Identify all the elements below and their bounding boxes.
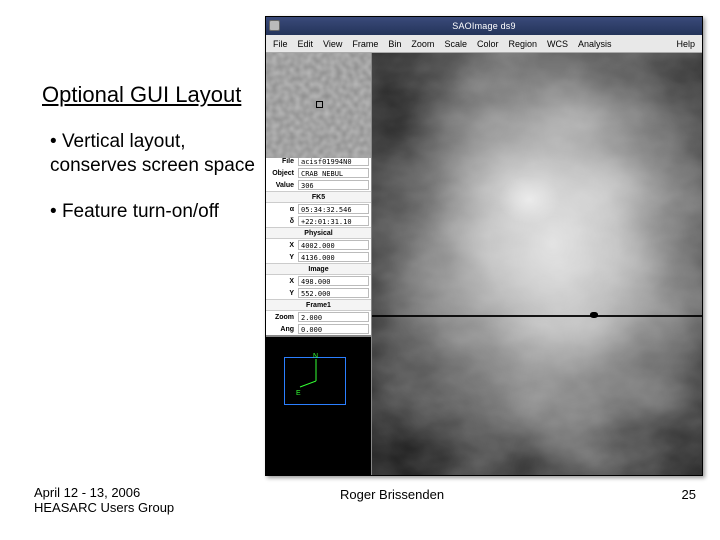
menu-region[interactable]: Region	[505, 38, 540, 50]
label-value: Value	[266, 182, 296, 189]
info-sidebar: Fileacisf01994N0 ObjectCRAB NEBUL Value3…	[266, 53, 372, 475]
chip-gap-line	[372, 315, 702, 317]
label-file: File	[266, 158, 296, 165]
value-zoom: 2.000	[298, 312, 369, 322]
menu-file[interactable]: File	[270, 38, 291, 50]
menu-frame[interactable]: Frame	[349, 38, 381, 50]
menu-zoom[interactable]: Zoom	[408, 38, 437, 50]
compass-icon: N E	[296, 351, 346, 401]
bullet-item: Vertical layout, conserves screen space	[50, 130, 260, 178]
section-wcs: FK5	[266, 191, 371, 203]
label-ang: Ang	[266, 326, 296, 333]
window-control-icon[interactable]	[269, 20, 280, 31]
label-phys-x: X	[266, 242, 296, 249]
value-phys-x: 4002.000	[298, 240, 369, 250]
menu-analysis[interactable]: Analysis	[575, 38, 615, 50]
image-viewport[interactable]	[372, 53, 702, 475]
label-zoom: Zoom	[266, 314, 296, 321]
label-img-x: X	[266, 278, 296, 285]
label-delta: δ	[266, 218, 296, 225]
label-alpha: α	[266, 206, 296, 213]
bullet-item: Feature turn-on/off	[50, 200, 260, 224]
window-title: SAOImage ds9	[452, 21, 515, 31]
footer-left: April 12 - 13, 2006 HEASARC Users Group	[34, 485, 174, 515]
value-value: 306	[298, 180, 369, 190]
value-img-x: 498.000	[298, 276, 369, 286]
page-number: 25	[682, 487, 696, 502]
chip-gap-feature	[590, 312, 598, 318]
label-object: Object	[266, 170, 296, 177]
value-phys-y: 4136.000	[298, 252, 369, 262]
value-delta: +22:01:31.10	[298, 216, 369, 226]
svg-text:N: N	[313, 353, 318, 360]
footer-date: April 12 - 13, 2006	[34, 485, 140, 500]
value-object: CRAB NEBUL	[298, 168, 369, 178]
label-img-y: Y	[266, 290, 296, 297]
section-image: Image	[266, 263, 371, 275]
magnifier-cursor-icon	[316, 101, 323, 108]
menu-bin[interactable]: Bin	[385, 38, 404, 50]
svg-text:E: E	[296, 390, 301, 397]
menu-view[interactable]: View	[320, 38, 345, 50]
menu-edit[interactable]: Edit	[295, 38, 317, 50]
value-img-y: 552.000	[298, 288, 369, 298]
bullet-list: Vertical layout, conserves screen space …	[50, 130, 260, 245]
label-phys-y: Y	[266, 254, 296, 261]
magnifier-panel[interactable]	[266, 53, 371, 155]
panner-panel[interactable]: N E	[266, 336, 371, 475]
ds9-window: SAOImage ds9 File Edit View Frame Bin Zo…	[265, 16, 703, 476]
window-titlebar[interactable]: SAOImage ds9	[266, 17, 702, 35]
slide-heading: Optional GUI Layout	[42, 82, 241, 108]
menu-color[interactable]: Color	[474, 38, 502, 50]
footer-author: Roger Brissenden	[340, 487, 444, 502]
section-frame: Frame1	[266, 299, 371, 311]
value-ang: 0.000	[298, 324, 369, 334]
menu-help[interactable]: Help	[673, 38, 698, 50]
footer-group: HEASARC Users Group	[34, 500, 174, 515]
menubar: File Edit View Frame Bin Zoom Scale Colo…	[266, 35, 702, 53]
info-panel: Fileacisf01994N0 ObjectCRAB NEBUL Value3…	[266, 155, 371, 336]
menu-wcs[interactable]: WCS	[544, 38, 571, 50]
menu-scale[interactable]: Scale	[441, 38, 470, 50]
value-alpha: 05:34:32.546	[298, 204, 369, 214]
section-physical: Physical	[266, 227, 371, 239]
